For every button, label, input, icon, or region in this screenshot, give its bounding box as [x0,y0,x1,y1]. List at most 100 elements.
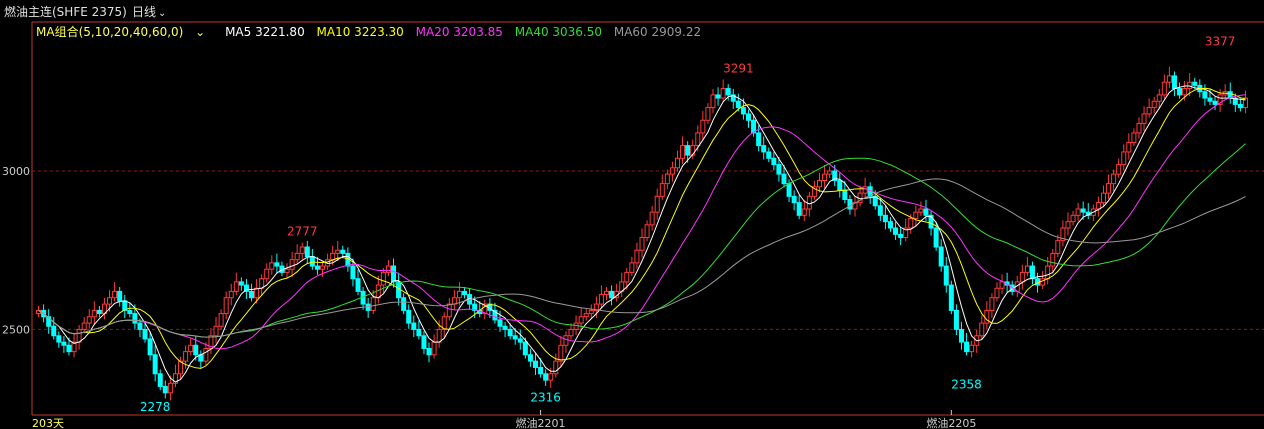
candle-body [964,341,970,353]
candle-body [1141,113,1147,124]
candle-body [223,297,229,315]
candlestick-chart[interactable]: 2500 3000 2278 2777 2316 3291 2358 3377 燃油2201 燃油… [0,0,1264,429]
candle-body [314,265,320,270]
candle-body [761,145,767,153]
candle-body [411,322,417,330]
candle-body [994,287,1000,299]
candle-body [117,290,123,302]
candle-body [213,325,219,337]
candle-body [391,265,397,283]
candle-body [456,290,462,299]
candle-body [152,354,158,375]
candle-body [269,262,275,270]
candle-body [421,335,427,349]
candle-body [1019,271,1025,283]
candle-body [238,281,244,286]
candle-body [563,335,569,346]
candle-body [330,252,336,261]
candle-body [527,354,533,362]
extreme-label: 3377 [1205,34,1236,48]
candle-body [1100,192,1106,204]
candle-body [51,325,57,337]
candle-body [254,287,260,299]
candle-body [56,335,62,343]
candle-body [654,195,660,213]
candle-body [796,202,802,216]
candle-body [837,179,843,191]
candle-body [61,341,67,346]
candle-body [522,341,528,356]
candle-body [842,189,848,200]
candle-body [183,351,189,362]
candle-body [497,319,503,327]
candle-body [781,173,787,185]
candle-body [81,322,87,330]
extreme-label: 3291 [723,62,754,76]
candle-body [609,290,615,299]
candle-body [604,290,610,296]
candle-body [264,268,270,280]
candle-body [147,338,153,356]
candle-body [385,265,391,273]
candle-body [1116,164,1122,175]
candle-body [958,328,964,343]
candle-body [588,309,594,315]
extreme-label: 2316 [530,391,561,405]
candle-body [1065,221,1071,229]
candle-body [756,132,762,147]
candle-body [1187,81,1193,90]
candle-body [350,265,356,280]
candle-body [882,214,888,223]
candle-body [953,309,959,330]
candle-body [999,281,1005,289]
candle-body [979,322,985,337]
candle-body [659,183,665,197]
candle-body [1182,88,1188,96]
candle-body [624,271,630,283]
candle-body [664,173,670,185]
candle-body [1166,75,1172,83]
candle-body [578,316,584,324]
candle-body [218,313,224,327]
candle-body [969,344,975,353]
candle-body [502,325,508,330]
candle-body [801,208,807,216]
candle-body [700,119,706,134]
candle-body [725,88,731,96]
candle-body [340,249,346,254]
bar-count-label: 203天 [32,417,64,429]
candle-body [66,344,72,353]
candle-body [228,290,234,299]
extreme-label: 2358 [951,377,982,391]
candle-body [157,373,163,387]
candle-body [948,284,954,311]
candle-body [86,316,92,324]
candle-body [284,268,290,273]
candle-body [1146,107,1152,115]
candle-body [1126,141,1132,153]
candle-body [1151,100,1157,109]
candle-body [96,309,102,315]
candle-body [766,151,772,159]
candle-body [335,249,341,254]
candle-body [132,313,138,324]
candle-body [644,224,650,239]
candle-body [76,328,82,343]
candle-body [304,246,310,258]
candle-body [1212,100,1218,105]
candle-body [1161,81,1167,96]
candle-body [1045,265,1051,280]
candle-body [745,113,751,121]
candle-body [507,328,513,337]
candle-body [309,256,315,267]
y-tick-label: 3000 [2,165,30,178]
candle-body [320,265,326,270]
candle-body [938,246,944,267]
candle-body [893,227,899,235]
x-tick-label: 燃油2201 [516,416,566,429]
candle-body [827,170,833,175]
candle-body [127,309,133,315]
candle-body [1080,208,1086,213]
candle-body [847,198,853,210]
candle-body [162,385,168,394]
